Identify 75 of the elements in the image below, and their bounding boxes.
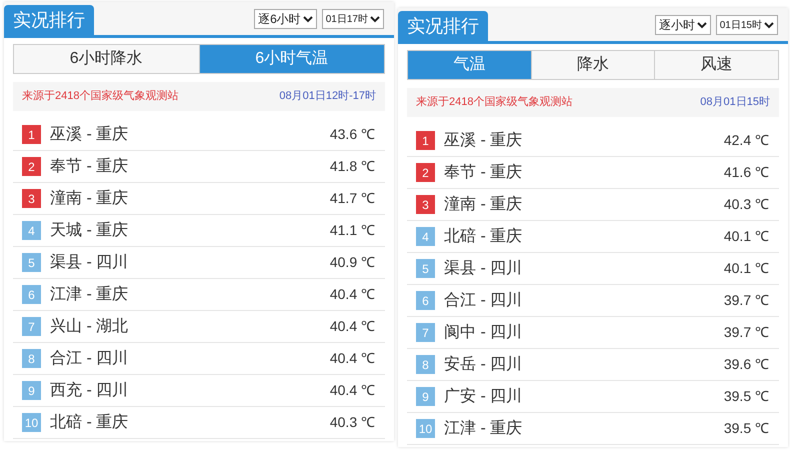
- station-name: 巫溪 - 重庆: [50, 124, 130, 144]
- station-name: 奉节 - 重庆: [50, 156, 130, 176]
- station-name: 江津 - 重庆: [444, 418, 524, 438]
- station-name: 北碚 - 重庆: [444, 226, 524, 246]
- rank-badge: 6: [416, 291, 435, 310]
- rank-badge: 8: [416, 355, 435, 374]
- rank-badge: 1: [416, 131, 435, 150]
- station-name: 合江 - 四川: [444, 290, 524, 310]
- rank-badge: 1: [22, 125, 41, 144]
- tab[interactable]: 风速: [654, 51, 778, 79]
- chevron-down-icon: [302, 15, 313, 23]
- rank-badge: 6: [22, 285, 41, 304]
- temperature-value: 39.5 ℃: [724, 419, 770, 438]
- temperature-value: 40.4 ℃: [330, 381, 376, 400]
- rank-badge: 9: [22, 381, 41, 400]
- temperature-value: 43.6 ℃: [330, 125, 376, 144]
- temperature-value: 40.1 ℃: [724, 259, 770, 278]
- station-name: 阆中 - 四川: [444, 322, 524, 342]
- rank-badge: 3: [22, 189, 41, 208]
- temperature-value: 40.4 ℃: [330, 317, 376, 336]
- temperature-value: 39.6 ℃: [724, 355, 770, 374]
- rank-badge: 8: [22, 349, 41, 368]
- time-range: 08月01日15时: [700, 95, 770, 110]
- temperature-value: 40.9 ℃: [330, 253, 376, 272]
- temperature-value: 40.4 ℃: [330, 285, 376, 304]
- temperature-value: 41.1 ℃: [330, 221, 376, 240]
- dropdown[interactable]: 01日15时: [716, 15, 778, 35]
- temperature-value: 40.4 ℃: [330, 349, 376, 368]
- temperature-value: 42.4 ℃: [724, 131, 770, 150]
- rank-badge: 3: [416, 195, 435, 214]
- rank-badge: 7: [416, 323, 435, 342]
- dropdown[interactable]: 01日17时: [322, 9, 384, 29]
- temperature-value: 39.7 ℃: [724, 323, 770, 342]
- temperature-value: 40.3 ℃: [724, 195, 770, 214]
- station-name: 巫溪 - 重庆: [444, 130, 524, 150]
- source-note: 来源于2418个国家级气象观测站: [22, 88, 178, 104]
- time-range: 08月01日12时-17时: [279, 89, 376, 104]
- tab[interactable]: 降水: [530, 51, 654, 79]
- station-name: 天城 - 重庆: [50, 220, 130, 240]
- rank-badge: 10: [22, 413, 41, 432]
- station-name: 北碚 - 重庆: [50, 412, 130, 432]
- rank-badge: 4: [22, 221, 41, 240]
- source-note: 来源于2418个国家级气象观测站: [416, 94, 572, 110]
- station-name: 合江 - 四川: [50, 348, 130, 368]
- temperature-value: 39.5 ℃: [724, 387, 770, 406]
- rank-badge: 2: [416, 163, 435, 182]
- chevron-down-icon: [696, 21, 707, 29]
- station-name: 西充 - 四川: [50, 380, 130, 400]
- temperature-value: 40.1 ℃: [724, 227, 770, 246]
- temperature-value: 41.8 ℃: [330, 157, 376, 176]
- rank-badge: 4: [416, 227, 435, 246]
- temperature-value: 41.7 ℃: [330, 189, 376, 208]
- station-name: 潼南 - 重庆: [444, 194, 524, 214]
- station-name: 渠县 - 四川: [444, 258, 524, 278]
- station-name: 潼南 - 重庆: [50, 188, 130, 208]
- temperature-value: 41.6 ℃: [724, 163, 770, 182]
- station-name: 兴山 - 湖北: [50, 316, 130, 336]
- station-name: 奉节 - 重庆: [444, 162, 524, 182]
- rank-badge: 5: [22, 253, 41, 272]
- temperature-value: 39.7 ℃: [724, 291, 770, 310]
- rank-badge: 5: [416, 259, 435, 278]
- temperature-value: 40.3 ℃: [330, 413, 376, 432]
- rank-badge: 9: [416, 387, 435, 406]
- station-name: 江津 - 重庆: [50, 284, 130, 304]
- station-name: 渠县 - 四川: [50, 252, 130, 272]
- chevron-down-icon: [370, 15, 380, 23]
- rank-badge: 2: [22, 157, 41, 176]
- tab[interactable]: 6小时降水: [14, 45, 198, 73]
- dropdown[interactable]: 逐6小时: [254, 9, 317, 29]
- rank-badge: 7: [22, 317, 41, 336]
- chevron-down-icon: [764, 21, 774, 29]
- station-name: 广安 - 四川: [444, 386, 524, 406]
- rank-badge: 10: [416, 419, 435, 438]
- dropdown[interactable]: 逐小时: [654, 15, 711, 35]
- station-name: 安岳 - 四川: [444, 354, 524, 374]
